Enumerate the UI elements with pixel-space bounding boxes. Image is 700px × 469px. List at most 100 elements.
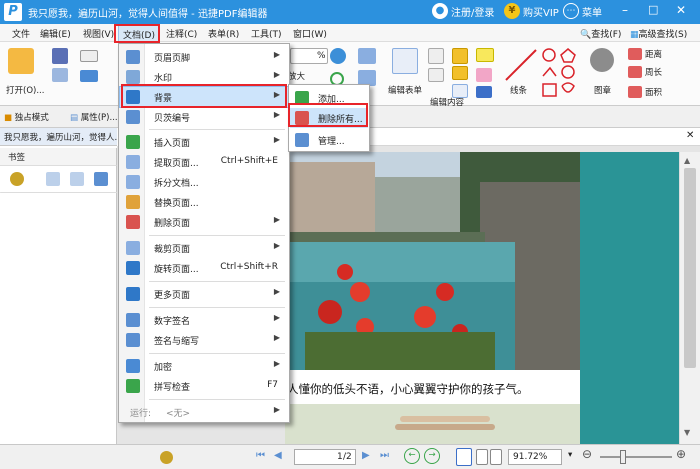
sticky-note-icon[interactable]	[476, 48, 494, 62]
status-settings-icon[interactable]	[160, 451, 173, 464]
zoom-in-icon[interactable]	[330, 48, 346, 64]
advanced-find-button[interactable]: ▦高级查找(S)	[630, 27, 687, 40]
find-button[interactable]: 🔍查找(F)	[580, 27, 621, 40]
menu-tools[interactable]: 工具(T)	[251, 27, 282, 40]
sound-icon[interactable]	[476, 86, 492, 98]
scroll-thumb[interactable]	[684, 168, 696, 368]
menu-item-encrypt[interactable]: 加密 ▶	[120, 356, 288, 376]
menu-item-header-footer[interactable]: 页眉页脚 ▶	[120, 47, 288, 67]
zoom-level-select[interactable]: 91.72%	[508, 449, 562, 465]
expand-bookmark-icon[interactable]	[46, 172, 60, 186]
typewriter-icon[interactable]	[452, 84, 468, 98]
menu-item-rotate-pages[interactable]: 旋转页面... Ctrl+Shift+R	[120, 258, 288, 278]
document-tab[interactable]: 我只愿我，遍历山河，觉得人...	[0, 128, 123, 146]
settings-gear-icon[interactable]	[10, 172, 24, 186]
menu-item-spell-check[interactable]: 拼写检查 F7	[120, 376, 288, 396]
distance-label[interactable]: 距离	[645, 48, 662, 60]
checkbox-field-icon[interactable]	[428, 68, 444, 82]
vertical-scrollbar[interactable]: ▲ ▼	[679, 152, 700, 444]
distance-icon[interactable]	[628, 48, 642, 60]
add-bookmark-icon[interactable]	[94, 172, 108, 186]
highlight-background-item	[121, 84, 287, 108]
menu-file[interactable]: 文件	[12, 27, 30, 40]
close-button[interactable]: ✕	[676, 3, 686, 17]
menu-item-crop-pages[interactable]: 裁剪页面 ▶	[120, 238, 288, 258]
open-folder-icon[interactable]	[8, 48, 34, 74]
last-page-icon[interactable]: ⏭	[380, 450, 389, 461]
print-icon[interactable]	[52, 68, 68, 82]
text-field-icon[interactable]	[428, 48, 444, 64]
menu-item-run[interactable]: 运行: <无> ▶	[120, 402, 288, 422]
menu-item-more-pages[interactable]: 更多页面 ▶	[120, 284, 288, 304]
menu-item-split-document[interactable]: 拆分文档...	[120, 172, 288, 192]
zoom-out-icon[interactable]: ⊖	[582, 447, 592, 461]
line-label[interactable]: 线条	[510, 84, 527, 96]
menu-item-bates-numbering[interactable]: 贝茨编号 ▶	[120, 107, 288, 127]
attach-icon[interactable]	[476, 68, 492, 82]
scroll-up-icon[interactable]: ▲	[684, 156, 690, 165]
enlarge-label[interactable]: 放大	[288, 70, 305, 82]
stamp-icon[interactable]	[590, 48, 614, 72]
submenu-arrow-icon: ▶	[273, 110, 280, 119]
login-button[interactable]: ● 注册/登录	[432, 3, 494, 19]
menu-item-label: 提取页面...	[154, 159, 199, 169]
menu-item-replace-pages[interactable]: 替换页面...	[120, 192, 288, 212]
perimeter-label[interactable]: 周长	[645, 66, 662, 78]
callout-icon[interactable]	[452, 66, 468, 80]
exclusive-mode-button[interactable]: ■ 独占模式	[4, 111, 49, 123]
menu-view[interactable]: 视图(V)	[83, 27, 114, 40]
run-label: 运行:	[130, 409, 152, 419]
zoom-dropdown-icon[interactable]: ▾	[568, 450, 572, 460]
tab-close-icon[interactable]: ✕	[686, 130, 694, 141]
collapse-bookmark-icon[interactable]	[70, 172, 84, 186]
single-page-view-icon[interactable]	[456, 448, 472, 466]
edit-form-icon[interactable]	[392, 48, 418, 74]
sidebar-title: 书签	[8, 153, 26, 163]
stamp-label[interactable]: 图章	[594, 84, 611, 96]
first-page-icon[interactable]: ⏮	[256, 450, 265, 461]
continuous-view-icon[interactable]	[476, 449, 488, 465]
text-box-icon[interactable]	[452, 48, 468, 64]
maximize-button[interactable]: □	[648, 3, 658, 16]
share-icon[interactable]	[80, 70, 98, 82]
zoom-slider-thumb[interactable]	[620, 450, 626, 464]
menu-item-delete-pages[interactable]: 删除页面 ▶	[120, 212, 288, 232]
line-tool-icon[interactable]	[504, 48, 538, 82]
shape-tools-icon[interactable]	[540, 46, 580, 102]
buy-vip-button[interactable]: ¥ 购买VIP	[504, 3, 559, 19]
menu-button[interactable]: ⋯ 菜单	[563, 3, 602, 19]
facing-view-icon[interactable]	[490, 449, 502, 465]
perimeter-icon[interactable]	[628, 66, 642, 78]
area-icon[interactable]	[628, 86, 642, 98]
page-photo-bench	[285, 404, 580, 444]
menu-separator	[149, 281, 285, 282]
menu-edit[interactable]: 编辑(E)	[40, 27, 71, 40]
area-label[interactable]: 面积	[645, 86, 662, 98]
email-icon[interactable]	[80, 50, 98, 62]
zoom-input[interactable]: %	[290, 48, 328, 64]
scroll-down-icon[interactable]: ▼	[684, 428, 690, 437]
properties-button[interactable]: ▤ 属性(P)...	[70, 111, 118, 123]
minimize-button[interactable]: –	[622, 3, 628, 17]
prev-page-icon[interactable]: ◀	[274, 450, 282, 461]
menu-form[interactable]: 表单(R)	[208, 27, 239, 40]
menu-window[interactable]: 窗口(W)	[293, 27, 327, 40]
edit-form-label[interactable]: 编辑表单	[388, 84, 422, 96]
back-icon[interactable]: ←	[404, 448, 420, 464]
menu-item-digital-signature[interactable]: 数字签名 ▶	[120, 310, 288, 330]
open-label[interactable]: 打开(O)...	[6, 84, 44, 96]
menu-item-insert-pages[interactable]: 插入页面 ▶	[120, 132, 288, 152]
vip-label: 购买VIP	[523, 7, 559, 19]
replace-pages-icon	[126, 195, 140, 209]
page-number-input[interactable]: 1 /2	[294, 449, 356, 465]
fit-page-icon[interactable]	[358, 48, 376, 64]
zoom-slider-track[interactable]	[600, 456, 672, 458]
next-page-icon[interactable]: ▶	[362, 450, 370, 461]
save-icon[interactable]	[52, 48, 68, 64]
menu-item-sign-initials[interactable]: 签名与缩写 ▶	[120, 330, 288, 350]
forward-icon[interactable]: →	[424, 448, 440, 464]
zoom-in-status-icon[interactable]: ⊕	[676, 447, 686, 461]
menu-comment[interactable]: 注释(C)	[166, 27, 197, 40]
menu-item-extract-pages[interactable]: 提取页面... Ctrl+Shift+E	[120, 152, 288, 172]
submenu-item-manage[interactable]: 管理...	[290, 130, 368, 150]
